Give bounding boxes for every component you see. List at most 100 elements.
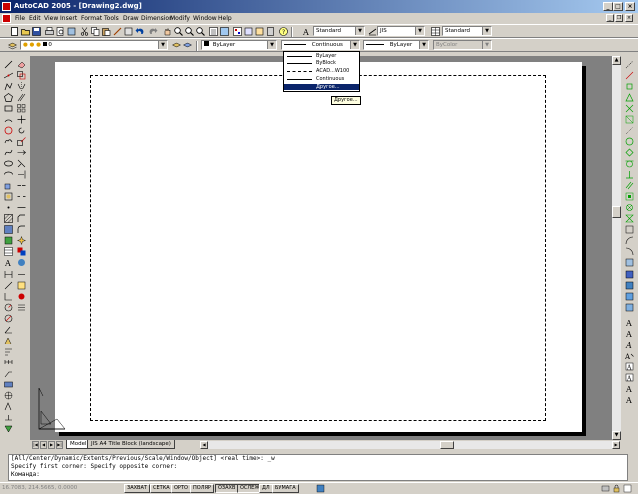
circle-icon[interactable] [4, 126, 13, 135]
quick-dimension-icon[interactable] [4, 336, 13, 345]
snap-from-icon[interactable] [625, 71, 634, 80]
vertical-scrollbar[interactable]: ▲ ▼ [612, 56, 621, 440]
properties-icon[interactable] [209, 27, 218, 36]
rectangle-icon[interactable] [4, 104, 13, 113]
zoom-realtime-icon[interactable] [174, 27, 183, 36]
ortho-toggle[interactable]: ОРТО [171, 484, 191, 493]
gradient-icon[interactable] [4, 225, 13, 234]
break-icon[interactable] [17, 192, 26, 201]
polyline-icon[interactable] [4, 82, 13, 91]
publish-icon[interactable] [67, 27, 76, 36]
doc-close-button[interactable]: × [625, 14, 633, 22]
copy-icon[interactable] [91, 27, 100, 36]
erase-icon[interactable] [17, 60, 26, 69]
chevron-down-icon[interactable]: ▼ [267, 41, 276, 49]
table-style-combo[interactable]: Standard ▼ [442, 26, 492, 36]
communication-center-icon[interactable] [316, 484, 325, 493]
hatch-icon[interactable] [4, 214, 13, 223]
dimension-text-edit-icon[interactable] [4, 413, 13, 422]
dimension-ordinate-icon[interactable] [4, 292, 13, 301]
snap-none-icon[interactable] [625, 225, 634, 234]
maximize-button[interactable]: □ [613, 2, 623, 11]
linetype-combo[interactable]: Continuous ▼ [281, 40, 360, 50]
scroll-right-button[interactable]: ▶ [612, 441, 620, 449]
snap-apparent-intersection-icon[interactable] [625, 115, 634, 124]
dimension-baseline-icon[interactable] [4, 347, 13, 356]
linetype-option-acad-w100[interactable]: ACAD...W100 [284, 68, 359, 74]
snap-center-icon[interactable] [625, 137, 634, 146]
dimension-diameter-icon[interactable] [4, 314, 13, 323]
snap-extension-icon[interactable] [625, 126, 634, 135]
move-icon[interactable] [17, 115, 26, 124]
region-icon[interactable] [4, 236, 13, 245]
make-block-icon[interactable] [4, 192, 13, 201]
menu-dimension[interactable]: Dimension [141, 15, 173, 22]
vertical-scroll-thumb[interactable] [612, 206, 621, 218]
command-window-scrollbar[interactable] [628, 454, 636, 481]
dimension-linear-icon[interactable] [4, 270, 13, 279]
tab-prev-button[interactable]: ◀ [40, 441, 47, 449]
linetype-option-bylayer[interactable]: ByLayer [284, 53, 359, 59]
doc-restore-button[interactable]: ❐ [615, 14, 623, 22]
paper-model-toggle[interactable]: БУМАГА [272, 484, 299, 493]
text-icon[interactable]: A [625, 318, 634, 327]
view-iso-icon[interactable] [625, 303, 634, 312]
clean-screen-icon[interactable] [623, 484, 632, 493]
pan-icon[interactable] [163, 27, 172, 36]
fillet-icon[interactable] [17, 225, 26, 234]
dimension-continue-icon[interactable] [4, 358, 13, 367]
spline-icon[interactable] [4, 148, 13, 157]
plot-preview-icon[interactable] [56, 27, 65, 36]
area-icon[interactable] [17, 281, 26, 290]
chamfer-icon[interactable] [17, 214, 26, 223]
text-style-tool-icon[interactable]: A [625, 362, 634, 371]
tray-settings-icon[interactable] [601, 484, 610, 493]
snap-quadrant-icon[interactable] [625, 148, 634, 157]
tolerance-icon[interactable] [4, 380, 13, 389]
cut-icon[interactable] [80, 27, 89, 36]
menu-window[interactable]: Window [193, 15, 217, 22]
grid-toggle[interactable]: СЕТКА [150, 484, 173, 493]
view-side-icon[interactable] [625, 292, 634, 301]
tab-first-button[interactable]: |◀ [32, 441, 39, 449]
match-properties-icon[interactable] [113, 27, 122, 36]
chevron-down-icon[interactable]: ▼ [482, 27, 491, 35]
scroll-left-button[interactable]: ◀ [200, 441, 208, 449]
tool-palettes-icon[interactable] [233, 27, 242, 36]
copy-object-icon[interactable] [17, 71, 26, 80]
multiline-text-icon[interactable]: A [4, 258, 13, 267]
dimension-update-icon[interactable] [4, 424, 13, 433]
revision-cloud-icon[interactable] [4, 137, 13, 146]
edit-text-icon[interactable]: A [625, 340, 634, 349]
dimension-angular-icon[interactable] [4, 325, 13, 334]
text-style-icon[interactable]: A [302, 27, 311, 36]
array-icon[interactable] [17, 104, 26, 113]
snap-nearest-icon[interactable] [625, 214, 634, 223]
single-line-text-icon[interactable]: A [625, 329, 634, 338]
command-window[interactable]: [All/Center/Dynamic/Extents/Previous/Sca… [8, 454, 628, 481]
dim-style-icon[interactable] [368, 27, 377, 36]
open-icon[interactable] [21, 27, 30, 36]
calculator-icon[interactable] [266, 27, 275, 36]
minimize-button[interactable]: _ [603, 2, 613, 11]
linetype-option-byblock[interactable]: ByBlock [284, 60, 359, 66]
chevron-down-icon[interactable]: ▼ [415, 27, 424, 35]
rotate-icon[interactable] [17, 126, 26, 135]
explode-icon[interactable] [17, 236, 26, 245]
menu-tools[interactable]: Tools [104, 15, 119, 22]
chevron-down-icon[interactable]: ▼ [158, 41, 167, 49]
color-combo[interactable]: ByLayer ▼ [201, 40, 277, 50]
document-icon[interactable] [2, 14, 11, 23]
linetype-option-continuous[interactable]: Continuous [284, 76, 359, 82]
save-icon[interactable] [32, 27, 41, 36]
design-center-icon[interactable] [220, 27, 229, 36]
find-replace-icon[interactable]: A [625, 351, 634, 360]
extend-icon[interactable] [17, 170, 26, 179]
table-icon[interactable] [4, 247, 13, 256]
menu-view[interactable]: View [44, 15, 58, 22]
dim-style-combo[interactable]: JIS ▼ [377, 26, 425, 36]
construction-line-icon[interactable] [4, 71, 13, 80]
zoom-previous-icon[interactable] [196, 27, 205, 36]
new-icon[interactable] [10, 27, 19, 36]
hyperlink-icon[interactable] [17, 258, 26, 267]
